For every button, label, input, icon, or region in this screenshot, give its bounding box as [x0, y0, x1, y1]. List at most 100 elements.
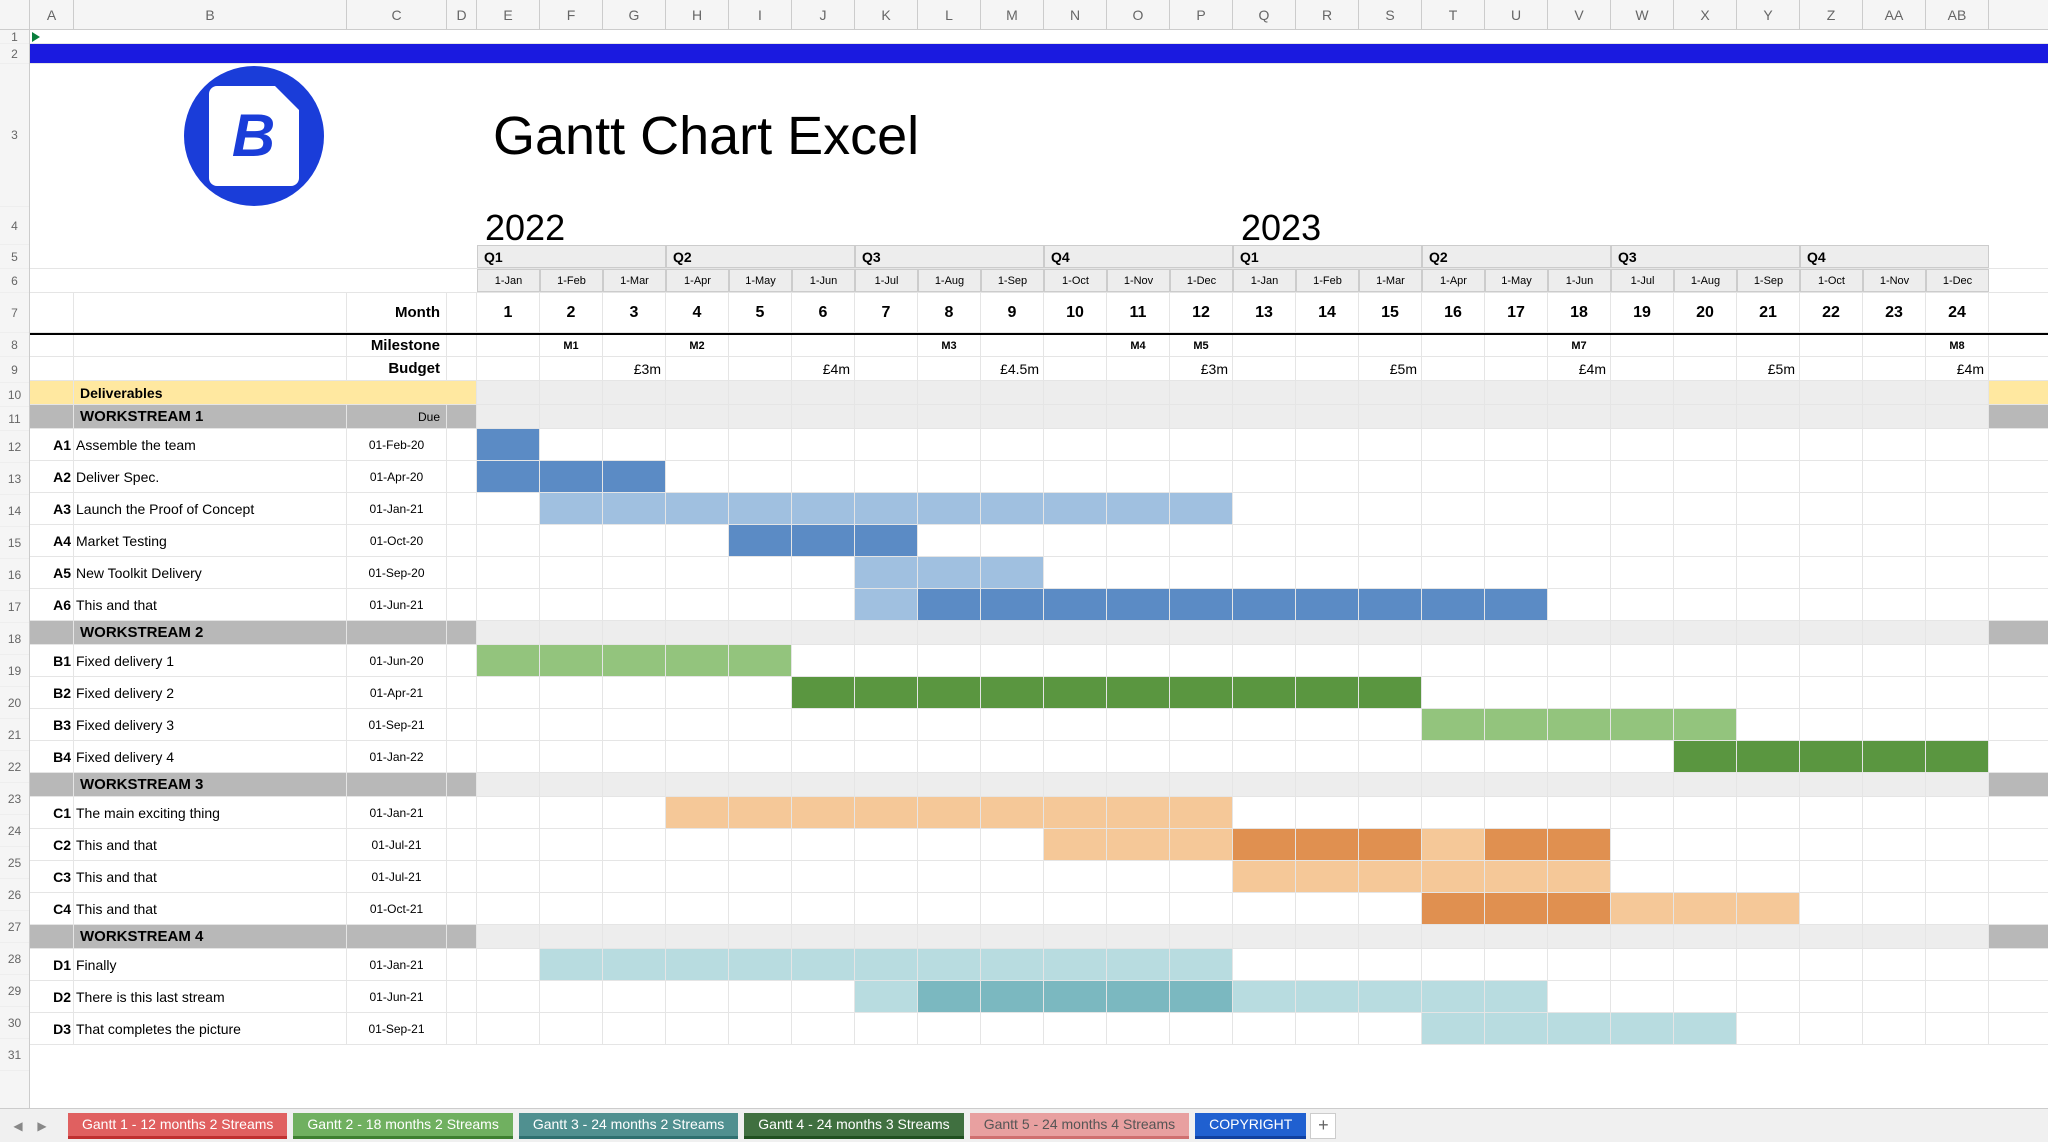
- budget-cell-2: [540, 357, 603, 380]
- gantt-cell: [1548, 797, 1611, 828]
- row-header-19[interactable]: 19: [0, 655, 29, 687]
- gantt-cell: [1674, 461, 1737, 492]
- col-header-AB[interactable]: AB: [1926, 0, 1989, 29]
- month-num-17: 17: [1485, 293, 1548, 332]
- month-abbr-23: 1-Nov: [1863, 269, 1926, 292]
- col-header-R[interactable]: R: [1296, 0, 1359, 29]
- row-header-29[interactable]: 29: [0, 975, 29, 1007]
- gantt-cell: [603, 709, 666, 740]
- gantt-cell: [918, 557, 981, 588]
- row-header-8[interactable]: 8: [0, 333, 29, 357]
- tab-next-icon[interactable]: ▶: [32, 1116, 52, 1136]
- gantt-cell: [1926, 677, 1989, 708]
- col-header-T[interactable]: T: [1422, 0, 1485, 29]
- sheet-grid[interactable]: B Gantt Chart Excel 2022 2023 Q1Q2Q3Q4Q1…: [30, 30, 2048, 1108]
- row-header-16[interactable]: 16: [0, 559, 29, 591]
- gantt-cell: [918, 525, 981, 556]
- sheet-tab-4[interactable]: Gantt 4 - 24 months 3 Streams: [744, 1113, 963, 1139]
- col-header-Y[interactable]: Y: [1737, 0, 1800, 29]
- gantt-cell: [1926, 829, 1989, 860]
- row-header-7[interactable]: 7: [0, 293, 29, 333]
- month-abbr-9: 1-Sep: [981, 269, 1044, 292]
- col-header-H[interactable]: H: [666, 0, 729, 29]
- col-header-C[interactable]: C: [347, 0, 447, 29]
- col-header-A[interactable]: A: [30, 0, 74, 29]
- col-header-U[interactable]: U: [1485, 0, 1548, 29]
- gantt-cell: [1800, 829, 1863, 860]
- col-header-G[interactable]: G: [603, 0, 666, 29]
- month-abbr-14: 1-Feb: [1296, 269, 1359, 292]
- sheet-tab-3[interactable]: Gantt 3 - 24 months 2 Streams: [519, 1113, 738, 1139]
- row-header-21[interactable]: 21: [0, 719, 29, 751]
- gantt-cell: [1863, 741, 1926, 772]
- row-header-13[interactable]: 13: [0, 463, 29, 495]
- gantt-cell: [1422, 557, 1485, 588]
- add-sheet-button[interactable]: +: [1310, 1113, 1336, 1139]
- row-header-27[interactable]: 27: [0, 911, 29, 943]
- gantt-cell: [918, 677, 981, 708]
- col-header-Q[interactable]: Q: [1233, 0, 1296, 29]
- row-header-18[interactable]: 18: [0, 623, 29, 655]
- row-header-14[interactable]: 14: [0, 495, 29, 527]
- row-header-3[interactable]: 3: [0, 64, 29, 207]
- col-header-V[interactable]: V: [1548, 0, 1611, 29]
- row-header-20[interactable]: 20: [0, 687, 29, 719]
- gantt-cell: [855, 829, 918, 860]
- row-header-15[interactable]: 15: [0, 527, 29, 559]
- gantt-cell: [666, 709, 729, 740]
- row-header-10[interactable]: 10: [0, 383, 29, 407]
- col-header-Z[interactable]: Z: [1800, 0, 1863, 29]
- col-header-N[interactable]: N: [1044, 0, 1107, 29]
- gantt-cell: [666, 861, 729, 892]
- sheet-tab-1[interactable]: Gantt 1 - 12 months 2 Streams: [68, 1113, 287, 1139]
- col-header-J[interactable]: J: [792, 0, 855, 29]
- col-header-M[interactable]: M: [981, 0, 1044, 29]
- gantt-cell: [477, 493, 540, 524]
- row-header-9[interactable]: 9: [0, 357, 29, 383]
- gantt-cell: [1296, 677, 1359, 708]
- gantt-cell: [666, 525, 729, 556]
- col-header-P[interactable]: P: [1170, 0, 1233, 29]
- sheet-tab-6[interactable]: COPYRIGHT: [1195, 1113, 1306, 1139]
- sheet-tab-5[interactable]: Gantt 5 - 24 months 4 Streams: [970, 1113, 1189, 1139]
- task-name: Finally: [74, 949, 347, 980]
- gantt-cell: [1737, 493, 1800, 524]
- quarter-2: Q2: [666, 245, 855, 268]
- col-header-K[interactable]: K: [855, 0, 918, 29]
- row-header-25[interactable]: 25: [0, 847, 29, 879]
- col-header-I[interactable]: I: [729, 0, 792, 29]
- row-header-11[interactable]: 11: [0, 407, 29, 431]
- row-header-4[interactable]: 4: [0, 207, 29, 245]
- gantt-cell: [855, 493, 918, 524]
- gantt-cell: [1611, 709, 1674, 740]
- gantt-cell: [1359, 741, 1422, 772]
- row-header-23[interactable]: 23: [0, 783, 29, 815]
- select-all-cell[interactable]: [0, 0, 30, 29]
- row-header-31[interactable]: 31: [0, 1039, 29, 1071]
- row-header-30[interactable]: 30: [0, 1007, 29, 1039]
- gantt-cell: [1548, 741, 1611, 772]
- gantt-cell: [1422, 797, 1485, 828]
- row-header-2[interactable]: 2: [0, 44, 29, 64]
- row-header-26[interactable]: 26: [0, 879, 29, 911]
- col-header-E[interactable]: E: [477, 0, 540, 29]
- row-header-6[interactable]: 6: [0, 269, 29, 293]
- col-header-F[interactable]: F: [540, 0, 603, 29]
- row-header-24[interactable]: 24: [0, 815, 29, 847]
- col-header-D[interactable]: D: [447, 0, 477, 29]
- col-header-W[interactable]: W: [1611, 0, 1674, 29]
- sheet-tab-2[interactable]: Gantt 2 - 18 months 2 Streams: [293, 1113, 512, 1139]
- row-header-1[interactable]: 1: [0, 30, 29, 44]
- row-header-12[interactable]: 12: [0, 431, 29, 463]
- tab-prev-icon[interactable]: ◀: [8, 1116, 28, 1136]
- row-header-28[interactable]: 28: [0, 943, 29, 975]
- row-header-17[interactable]: 17: [0, 591, 29, 623]
- row-header-5[interactable]: 5: [0, 245, 29, 269]
- col-header-B[interactable]: B: [74, 0, 347, 29]
- col-header-L[interactable]: L: [918, 0, 981, 29]
- col-header-O[interactable]: O: [1107, 0, 1170, 29]
- col-header-S[interactable]: S: [1359, 0, 1422, 29]
- col-header-AA[interactable]: AA: [1863, 0, 1926, 29]
- row-header-22[interactable]: 22: [0, 751, 29, 783]
- col-header-X[interactable]: X: [1674, 0, 1737, 29]
